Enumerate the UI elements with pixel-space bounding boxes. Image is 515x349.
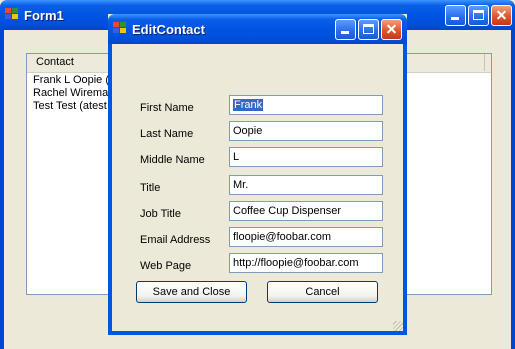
job-title-field[interactable]: Coffee Cup Dispenser xyxy=(229,201,383,221)
dialog-maximize-button[interactable] xyxy=(358,19,379,40)
first-name-label: First Name xyxy=(140,102,194,114)
maximize-icon xyxy=(363,24,374,34)
email-address-field[interactable]: floopie@foobar.com xyxy=(229,227,383,247)
email-address-label: Email Address xyxy=(140,234,211,246)
dialog-title: EditContact xyxy=(132,22,205,37)
first-name-field[interactable]: Frank xyxy=(229,95,383,115)
web-page-label: Web Page xyxy=(140,260,192,272)
save-and-close-button[interactable]: Save and Close xyxy=(136,281,247,303)
dialog-minimize-button[interactable] xyxy=(335,19,356,40)
minimize-icon xyxy=(451,17,459,20)
form1-maximize-button[interactable] xyxy=(468,5,489,26)
dialog-close-button[interactable] xyxy=(381,19,402,40)
close-icon xyxy=(382,20,401,39)
web-page-field[interactable]: http://floopie@foobar.com xyxy=(229,253,383,273)
maximize-icon xyxy=(473,10,484,20)
app-icon xyxy=(5,8,19,20)
middle-name-label: Middle Name xyxy=(140,154,205,166)
app-icon xyxy=(113,22,127,34)
edit-contact-dialog: EditContact First Name Frank Last Name O… xyxy=(108,14,407,335)
minimize-icon xyxy=(341,31,349,34)
form1-close-button[interactable] xyxy=(491,5,512,26)
list-item[interactable]: Test Test (atest xyxy=(33,100,114,113)
middle-name-field[interactable]: L xyxy=(229,147,383,167)
last-name-label: Last Name xyxy=(140,128,194,140)
last-name-field[interactable]: Oopie xyxy=(229,121,383,141)
form1-minimize-button[interactable] xyxy=(445,5,466,26)
title-field[interactable]: Mr. xyxy=(229,175,383,195)
form1-title: Form1 xyxy=(24,8,64,23)
list-item[interactable]: Rachel Wireman xyxy=(33,87,114,100)
title-label: Title xyxy=(140,182,161,194)
close-icon xyxy=(492,6,511,25)
resize-grip-icon[interactable] xyxy=(393,321,403,331)
cancel-button[interactable]: Cancel xyxy=(267,281,378,303)
job-title-label: Job Title xyxy=(140,208,181,220)
first-name-value: Frank xyxy=(233,99,264,111)
list-item[interactable]: Frank L Oopie (f xyxy=(33,74,114,87)
dialog-titlebar[interactable]: EditContact xyxy=(108,14,407,44)
